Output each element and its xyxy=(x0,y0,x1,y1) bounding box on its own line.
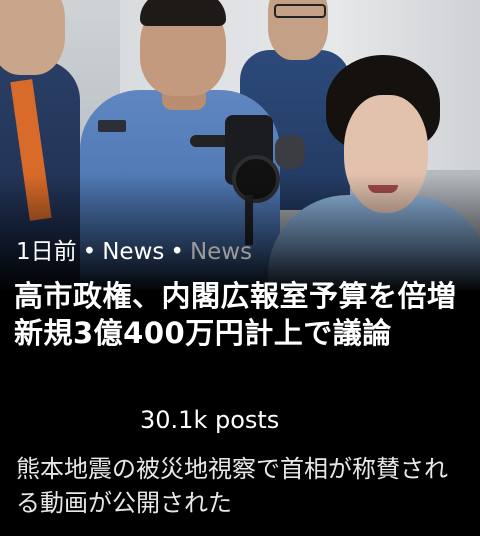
story-category-primary[interactable]: News xyxy=(102,239,164,265)
story-category-secondary[interactable]: News xyxy=(190,239,252,265)
story-meta: 1日前 • News • News xyxy=(16,236,252,268)
meta-separator: • xyxy=(82,239,97,265)
story-subtitle: 熊本地震の被災地視察で首相が称賛される動画が公開された xyxy=(16,455,448,517)
story-headline[interactable]: 高市政権、内閣広報室予算を倍増 新規3億400万円計上で議論 xyxy=(14,278,466,352)
meta-separator: • xyxy=(170,239,184,265)
trend-story-card[interactable]: 1日前 • News • News 高市政権、内閣広報室予算を倍増 新規3億400万円計… xyxy=(0,0,480,536)
story-age: 1日前 xyxy=(16,239,77,265)
post-count: 30.1k posts xyxy=(140,406,280,434)
